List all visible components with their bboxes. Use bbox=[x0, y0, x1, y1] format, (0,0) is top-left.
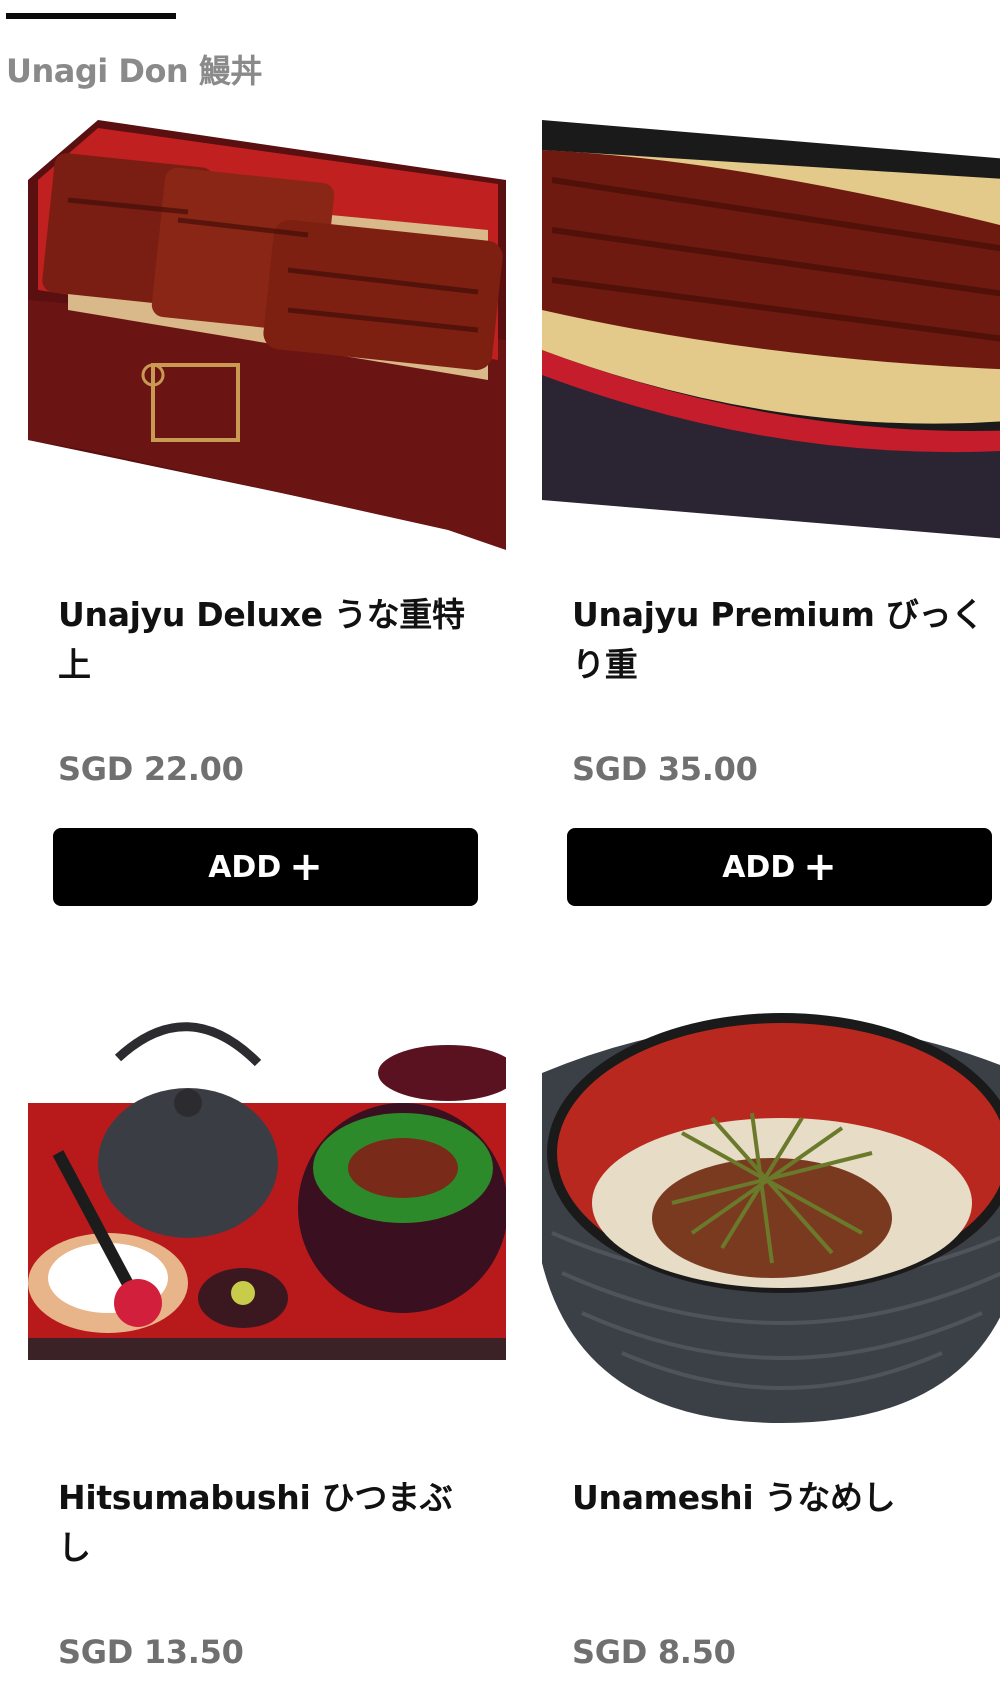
section-underline bbox=[6, 13, 176, 19]
add-button-label: ADD bbox=[722, 849, 796, 885]
item-price: SGD 35.00 bbox=[572, 750, 758, 788]
unajyu-premium-photo bbox=[542, 120, 1000, 550]
add-button-label: ADD bbox=[208, 849, 282, 885]
add-button[interactable]: ADD + bbox=[53, 828, 478, 906]
item-name: Unajyu Deluxe うな重特上 bbox=[58, 595, 465, 684]
add-button[interactable]: ADD + bbox=[567, 828, 992, 906]
item-name: Unameshi うなめし bbox=[572, 1478, 896, 1517]
unajyu-deluxe-photo bbox=[28, 120, 506, 550]
plus-icon: + bbox=[289, 844, 323, 890]
item-name: Unajyu Premium びっくり重 bbox=[572, 595, 984, 684]
hitsumabushi-photo bbox=[28, 1003, 506, 1433]
plus-icon: + bbox=[803, 844, 837, 890]
item-name: Hitsumabushi ひつまぶし bbox=[58, 1478, 453, 1567]
section-title: Unagi Don 鰻丼 bbox=[6, 52, 262, 90]
item-price: SGD 13.50 bbox=[58, 1633, 244, 1671]
item-price: SGD 8.50 bbox=[572, 1633, 736, 1671]
unameshi-photo bbox=[542, 1003, 1000, 1433]
item-price: SGD 22.00 bbox=[58, 750, 244, 788]
